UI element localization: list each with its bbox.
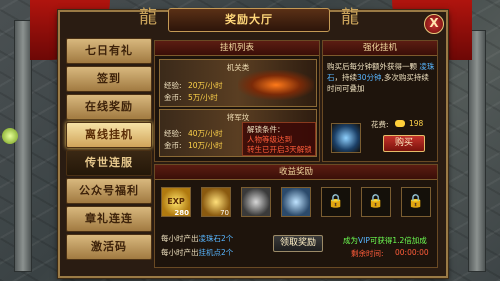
exp-value: 40万/小时 xyxy=(188,129,223,138)
cost-label: 花费: xyxy=(371,120,389,129)
crystal-item-icon[interactable] xyxy=(331,123,361,153)
claim-reward-button[interactable]: 领取奖励 xyxy=(273,235,323,252)
sidebar-item-online-reward[interactable]: 在线奖励 xyxy=(66,94,152,120)
sidebar: 七日有礼 签到 在线奖励 离线挂机 传世连服 公众号福利 章礼连连 激活码 xyxy=(66,38,152,266)
gold-label: 金币: xyxy=(164,93,182,102)
hangup-list-panel: 挂机列表 机关类 经验: 20万/小时 金币: 5万/小时 将军坟 经验: 40… xyxy=(154,40,320,162)
stone-pillar-right xyxy=(468,30,486,272)
enhance-description: 购买后每分钟额外获得一颗 凌珠石，持续30分钟,多次购买持续时间可叠加 xyxy=(327,62,435,93)
item-count: 70 xyxy=(220,209,229,217)
vip-bonus-text: 成为VIP可获得1.2倍加成 xyxy=(343,236,427,245)
gold-value: 5万/小时 xyxy=(188,93,218,102)
gold-label: 金币: xyxy=(164,141,182,150)
dragon-ornament-left-icon: 龍 xyxy=(139,7,157,28)
enhance-header: 强化挂机 xyxy=(323,41,437,56)
side-ornament-icon xyxy=(2,128,18,144)
lock-icon: 🔒 xyxy=(401,187,431,217)
remaining-time-label: 剩余时间: xyxy=(351,249,384,258)
rewards-header: 收益奖励 xyxy=(155,165,437,180)
crystal-shard-icon[interactable] xyxy=(281,187,311,217)
gold-value: 10万/小时 xyxy=(188,141,223,150)
sidebar-item-sign-in[interactable]: 签到 xyxy=(66,66,152,92)
rewards-panel: 收益奖励 EXP 280 70 🔒 🔒 🔒 每小时产出凌珠石2个 每小时产出挂机… xyxy=(154,164,438,268)
lock-icon: 🔒 xyxy=(321,187,351,217)
exp-label: 经验: xyxy=(164,129,182,138)
sidebar-item-seven-day[interactable]: 七日有礼 xyxy=(66,38,152,64)
exp-label: 经验: xyxy=(164,81,182,90)
unlock-line-2: 转生已开启3天解锁 xyxy=(247,145,312,154)
gold-pile-icon[interactable]: 70 xyxy=(201,187,231,217)
item-count: 280 xyxy=(174,209,189,217)
close-button[interactable]: X xyxy=(424,14,444,34)
exp-value: 20万/小时 xyxy=(188,81,223,90)
dragon-ornament-right-icon: 龍 xyxy=(341,7,359,28)
hangup-mode-card-1[interactable]: 机关类 经验: 20万/小时 金币: 5万/小时 xyxy=(159,59,317,107)
hourly-output-line-1: 每小时产出凌珠石2个 xyxy=(161,234,234,243)
sidebar-item-gift-chain[interactable]: 章礼连连 xyxy=(66,206,152,232)
stone-orb-icon[interactable] xyxy=(241,187,271,217)
cost-value: 198 xyxy=(409,119,424,128)
fire-altar-icon xyxy=(238,70,314,100)
sidebar-item-activation-code[interactable]: 激活码 xyxy=(66,234,152,260)
sidebar-item-offline-hangup[interactable]: 离线挂机 xyxy=(66,122,152,148)
lock-icon: 🔒 xyxy=(361,187,391,217)
sidebar-item-wechat-welfare[interactable]: 公众号福利 xyxy=(66,178,152,204)
window-title: 奖励大厅 xyxy=(168,8,330,32)
hangup-list-header: 挂机列表 xyxy=(155,41,319,56)
hourly-output-line-2: 每小时产出挂机点2个 xyxy=(161,248,234,257)
remaining-time-value: 00:00:00 xyxy=(395,248,429,257)
exp-orb-icon[interactable]: EXP 280 xyxy=(161,187,191,217)
buy-button[interactable]: 购买 xyxy=(383,135,425,152)
sidebar-item-server-link[interactable]: 传世连服 xyxy=(66,150,152,176)
enhance-hangup-panel: 强化挂机 购买后每分钟额外获得一颗 凌珠石，持续30分钟,多次购买持续时间可叠加… xyxy=(322,40,438,162)
hangup-mode-card-2[interactable]: 将军坟 经验: 40万/小时 金币: 10万/小时 解锁条件： 人物等级达到 转… xyxy=(159,109,317,157)
ingot-icon xyxy=(395,120,405,127)
unlock-condition-box: 解锁条件： 人物等级达到 转生已开启3天解锁 xyxy=(242,122,316,156)
